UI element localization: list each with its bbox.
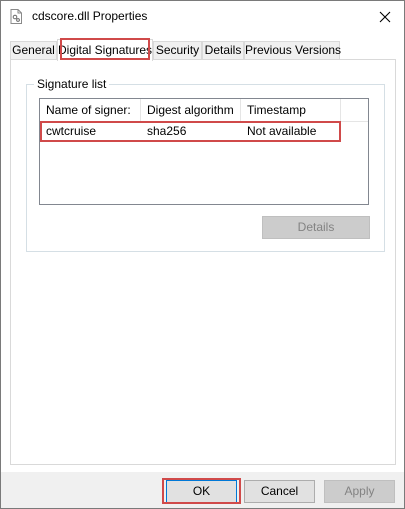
tab-general[interactable]: General	[10, 41, 57, 59]
signature-list-group: Signature list Name of signer: Digest al…	[26, 76, 385, 252]
tab-security[interactable]: Security	[153, 41, 202, 59]
properties-window: cdscore.dll Properties General Digital S…	[0, 0, 405, 509]
digital-signatures-panel: Signature list Name of signer: Digest al…	[10, 59, 396, 465]
tab-digital-signatures[interactable]: Digital Signatures	[57, 39, 153, 61]
tab-details-label: Details	[204, 43, 242, 57]
title-bar[interactable]: cdscore.dll Properties	[1, 1, 404, 32]
column-header-digest[interactable]: Digest algorithm	[141, 99, 241, 121]
cancel-button[interactable]: Cancel	[244, 480, 315, 503]
tab-previous-versions[interactable]: Previous Versions	[244, 41, 342, 59]
table-row[interactable]: cwtcruise sha256 Not available	[40, 122, 368, 141]
ok-button[interactable]: OK	[166, 480, 237, 503]
signer-name-cell: cwtcruise	[46, 124, 97, 138]
tab-previous-versions-label: Previous Versions	[245, 43, 342, 57]
dialog-footer: OK Cancel Apply	[1, 472, 404, 508]
tab-general-label: General	[12, 43, 55, 57]
tab-digital-signatures-label: Digital Signatures	[58, 43, 153, 57]
window-title: cdscore.dll Properties	[32, 9, 148, 23]
digest-algorithm-cell: sha256	[147, 124, 187, 138]
dll-file-icon	[10, 9, 22, 24]
apply-button[interactable]: Apply	[324, 480, 395, 503]
column-header-signer[interactable]: Name of signer:	[40, 99, 141, 121]
tab-strip: General Digital Signatures Security Deta…	[10, 39, 395, 61]
tab-security-label: Security	[155, 43, 200, 57]
timestamp-cell: Not available	[247, 124, 317, 138]
signature-list[interactable]: Name of signer: Digest algorithm Timesta…	[39, 98, 369, 205]
signature-list-header: Name of signer: Digest algorithm Timesta…	[40, 99, 368, 122]
tab-details[interactable]: Details	[202, 41, 244, 59]
column-header-timestamp[interactable]: Timestamp	[241, 99, 341, 121]
close-icon[interactable]	[375, 7, 395, 27]
details-button[interactable]: Details	[262, 216, 370, 239]
signature-list-label: Signature list	[34, 76, 110, 92]
